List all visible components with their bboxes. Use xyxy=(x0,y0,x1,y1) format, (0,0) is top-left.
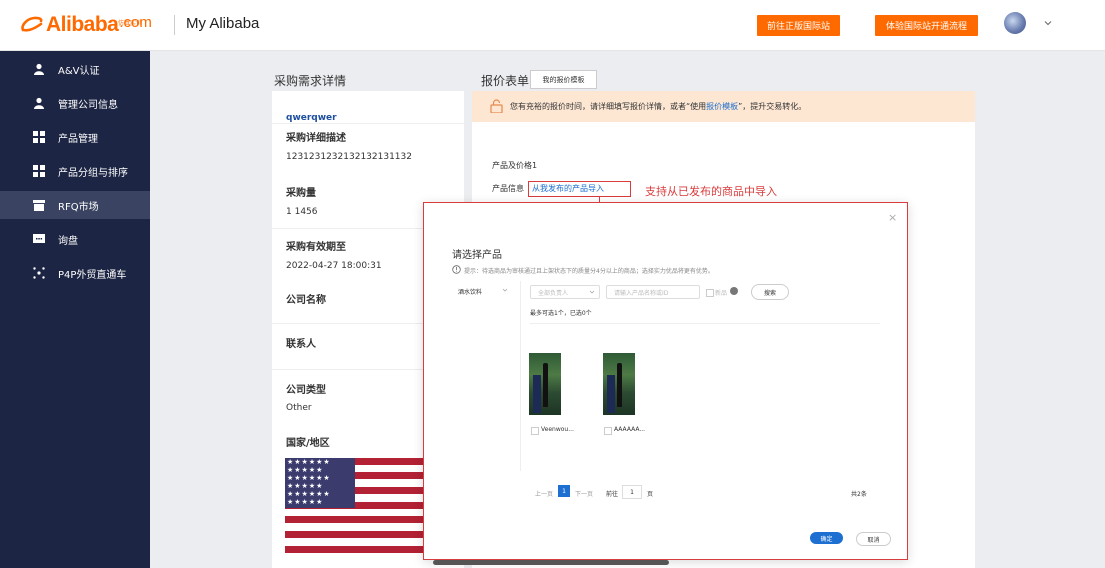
logo-text: Alibaba xyxy=(46,13,119,36)
sidebar-item-company-info[interactable]: 管理公司信息 xyxy=(0,89,150,117)
notice-text-post: ”，提升交易转化。 xyxy=(738,102,807,111)
qty-value: 1 1456 xyxy=(286,207,318,217)
notice-text-pre: 您有充裕的报价时间，请详细填写报价详情，或者“使用 xyxy=(510,102,707,111)
country-label: 国家/地区 xyxy=(286,438,330,449)
sidebar-item-label: A&V认证 xyxy=(58,65,100,77)
product-image-2[interactable] xyxy=(603,353,635,415)
buyer-name[interactable]: qwerqwer xyxy=(286,113,337,123)
desc-value: 1231231232132132131132 xyxy=(286,152,412,162)
logo-subtitle: 仿真实训 xyxy=(118,20,143,27)
product-search-input[interactable]: 请输入产品名称或ID xyxy=(606,285,700,299)
sidebar-item-av-cert[interactable]: A&V认证 xyxy=(0,55,150,83)
horizontal-scrollbar[interactable] xyxy=(433,560,669,565)
grid-icon xyxy=(33,165,45,177)
search-button[interactable]: 搜索 xyxy=(751,284,789,300)
help-icon[interactable] xyxy=(730,287,738,295)
notice-bar: 您有充裕的报价时间，请详细填写报价详情，或者“使用报价模板”，提升交易转化。 xyxy=(472,91,975,122)
page-unit: 页 xyxy=(647,491,654,498)
goto-label: 前往 xyxy=(606,491,619,498)
goto-page-input[interactable]: 1 xyxy=(622,485,642,499)
sidebar-item-product-mgmt[interactable]: 产品管理 xyxy=(0,123,150,151)
valid-until-value: 2022-04-27 18:00:31 xyxy=(286,261,382,271)
alibaba-logo-icon xyxy=(21,16,43,32)
quote-form-title: 报价表单 xyxy=(481,74,530,88)
sidebar-item-p4p[interactable]: P4P外贸直通车 xyxy=(0,259,150,287)
chevron-down-icon xyxy=(502,288,508,292)
sidebar-item-label: 产品管理 xyxy=(58,133,98,145)
user-icon xyxy=(34,63,44,75)
grid-icon xyxy=(33,131,45,143)
go-international-button[interactable]: 前往正版国际站 xyxy=(757,15,840,36)
company-type-value: Other xyxy=(286,403,312,413)
sidebar-item-label: 产品分组与排序 xyxy=(58,167,128,179)
experience-flow-button[interactable]: 体验国际站开通流程 xyxy=(875,15,978,36)
category-select[interactable]: 酒水饮料 xyxy=(458,287,482,296)
product-checkbox-2[interactable] xyxy=(604,427,612,435)
my-quote-template-button[interactable]: 我的报价模板 xyxy=(530,70,597,89)
desc-label: 采购详细描述 xyxy=(286,133,346,144)
annotation-text: 支持从已发布的商品中导入 xyxy=(645,185,777,198)
import-highlight-box xyxy=(528,181,631,197)
info-icon xyxy=(452,265,461,274)
owner-select[interactable]: 全部负责人 xyxy=(530,285,600,299)
qty-label: 采购量 xyxy=(286,188,316,199)
valid-until-label: 采购有效期至 xyxy=(286,242,346,253)
product-search-placeholder: 请输入产品名称或ID xyxy=(614,289,669,297)
product-checkbox-1[interactable] xyxy=(531,427,539,435)
product-image-1[interactable] xyxy=(529,353,561,415)
avatar[interactable] xyxy=(1004,12,1026,34)
owner-select-placeholder: 全部负责人 xyxy=(538,289,569,297)
sidebar: A&V认证 管理公司信息 产品管理 产品分组与排序 RFQ市场 询盘 P4P外贸… xyxy=(0,51,150,568)
current-page[interactable]: 1 xyxy=(558,485,570,497)
chevron-down-icon[interactable] xyxy=(1043,18,1053,28)
sidebar-item-label: RFQ市场 xyxy=(58,201,99,213)
notice-text: 您有充裕的报价时间，请详细填写报价详情，或者“使用报价模板”，提升交易转化。 xyxy=(510,101,806,112)
sidebar-item-label: P4P外贸直通车 xyxy=(58,269,127,281)
modal-divider xyxy=(530,323,880,324)
new-product-checkbox[interactable] xyxy=(706,289,714,297)
modal-title: 请选择产品 xyxy=(452,250,502,261)
user-icon xyxy=(34,97,44,109)
store-icon xyxy=(33,200,45,211)
lock-icon xyxy=(490,99,503,113)
company-name-label: 公司名称 xyxy=(286,295,326,306)
chevron-down-icon xyxy=(589,290,595,294)
close-icon[interactable]: × xyxy=(888,211,897,224)
sidebar-item-inquiry[interactable]: 询盘 xyxy=(0,225,150,253)
top-bar: Alibaba .com 仿真实训 My Alibaba 前往正版国际站 体验国… xyxy=(0,0,1105,51)
product-name-1: Veenwou... xyxy=(541,426,574,433)
cancel-button[interactable]: 取消 xyxy=(856,532,891,546)
purchase-detail-title: 采购需求详情 xyxy=(274,74,347,88)
product-info-label: 产品信息 xyxy=(492,184,524,193)
confirm-button[interactable]: 确定 xyxy=(810,532,843,544)
header-divider xyxy=(174,15,175,35)
sparkle-icon xyxy=(33,267,45,279)
quote-template-link[interactable]: 报价模板 xyxy=(706,102,738,111)
total-count: 共2条 xyxy=(851,491,867,498)
divider xyxy=(272,123,464,124)
prev-page-button[interactable]: 上一页 xyxy=(535,489,553,498)
page-title: My Alibaba xyxy=(186,15,260,32)
sidebar-item-label: 管理公司信息 xyxy=(58,99,118,111)
select-product-modal: × 请选择产品 提示：待选商品为审核通过且上架状态下的质量分4分以上的商品；选择… xyxy=(423,202,908,560)
select-hint: 最多可选1个，已选0个 xyxy=(530,310,592,317)
chat-icon xyxy=(33,234,45,243)
contact-label: 联系人 xyxy=(286,339,316,350)
company-type-label: 公司类型 xyxy=(286,385,326,396)
sidebar-item-label: 询盘 xyxy=(58,235,78,247)
product-price-label: 产品及价格1 xyxy=(492,161,538,170)
modal-divider xyxy=(520,281,521,471)
modal-tip: 提示：待选商品为审核通过且上架状态下的质量分4分以上的商品；选择实力优品将更有优… xyxy=(464,268,714,275)
new-product-label: 新品 xyxy=(715,290,728,297)
sidebar-item-rfq[interactable]: RFQ市场 xyxy=(0,191,150,219)
product-name-2: AAAAAA... xyxy=(614,426,646,433)
next-page-button[interactable]: 下一页 xyxy=(575,489,593,498)
sidebar-item-product-group[interactable]: 产品分组与排序 xyxy=(0,157,150,185)
